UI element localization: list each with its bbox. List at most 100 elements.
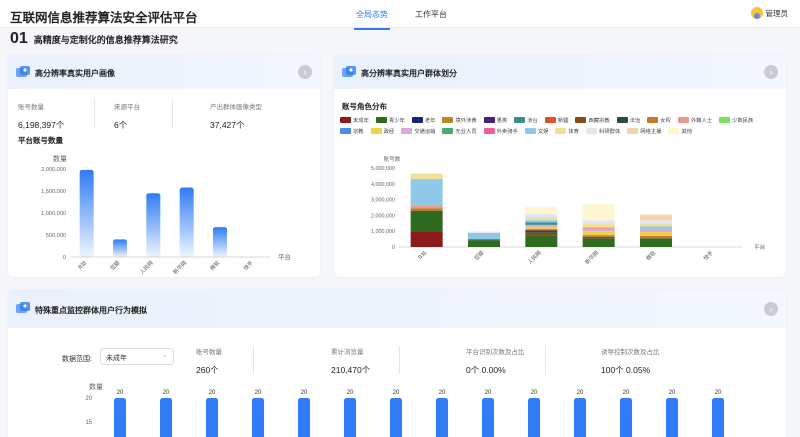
stack-segment	[582, 227, 615, 229]
legend-item[interactable]: 未成年	[340, 116, 369, 124]
data-label: 20	[669, 390, 676, 396]
stack-segment	[468, 240, 500, 247]
legend-item[interactable]: 科研群体	[586, 127, 620, 135]
legend-item[interactable]: 外籍人士	[677, 116, 713, 124]
legend-label: 法治	[629, 118, 641, 124]
stat-portrait-types: 产出群体画像类型 37,427个	[210, 104, 262, 130]
legend-item[interactable]: 愚类	[483, 116, 508, 124]
behavior-icon	[16, 302, 30, 313]
bar	[206, 398, 218, 437]
legend-item[interactable]: 新疆	[544, 116, 568, 124]
data-label: 20	[577, 390, 584, 396]
legend-item[interactable]: 其他	[668, 127, 692, 135]
legend-label: 少数民族	[732, 118, 754, 124]
expand-arrow-button[interactable]: ›	[764, 302, 778, 316]
legend-swatch	[555, 128, 567, 134]
legend-label: 网络主播	[640, 129, 662, 135]
x-tick-label: 快手	[241, 258, 255, 272]
legend-swatch	[544, 117, 556, 123]
legend-item[interactable]: 文娱	[524, 127, 548, 135]
bar	[113, 239, 127, 257]
legend-item[interactable]: 青少年	[375, 116, 405, 124]
legend-item[interactable]: 涉台	[514, 116, 538, 124]
legend-item[interactable]: 老年	[411, 116, 435, 124]
x-tick-label: 微软	[644, 248, 658, 262]
x-tick-label: 人民网	[138, 259, 154, 275]
legend-swatch	[647, 117, 659, 123]
stack-segment	[525, 224, 558, 227]
section-title: 高精度与定制化的信息推荐算法研究	[33, 35, 178, 45]
legend-label: 女权	[660, 118, 671, 124]
legend-swatch	[370, 128, 382, 134]
legend-item[interactable]: 宗教	[340, 127, 364, 135]
y-tick-label: 0	[392, 245, 395, 251]
x-axis-label: 平台	[754, 243, 766, 251]
legend-label: 青少年	[388, 118, 405, 124]
legend-item[interactable]: 境外涉黄	[442, 116, 477, 124]
user-menu[interactable]: 管理员	[750, 7, 789, 19]
divider	[253, 346, 254, 374]
legend-item[interactable]: 无业人员	[442, 127, 477, 135]
legend-item[interactable]: 法治	[616, 116, 641, 124]
stack-segment	[525, 220, 558, 223]
legend-label: 体育	[568, 129, 580, 135]
stack-segment	[525, 222, 558, 225]
legend-item[interactable]: 西藏宗教	[575, 116, 610, 124]
stat-induced-control: 诱导控制次数及占比 100个 0.05%	[601, 349, 660, 375]
behavior-count-chart: 数量 20 15 20 20 20 20 20 20 20 20 20 20 20 20 20 20	[85, 382, 724, 437]
stack-segment	[468, 231, 500, 233]
legend-item[interactable]: 政经	[370, 127, 394, 135]
stat-source-platform: 来源平台 6个	[114, 104, 140, 130]
bar	[666, 398, 678, 437]
legend-label: 愚类	[496, 118, 508, 124]
legend-item[interactable]: 交通运输	[401, 127, 435, 135]
expand-arrow-button[interactable]: ›	[298, 65, 312, 79]
x-tick-label: 豆瓣	[472, 248, 486, 262]
stack-segment	[525, 232, 558, 236]
expand-arrow-button[interactable]: ›	[764, 65, 778, 79]
stat-account-count: 账号数量 6,198,397个	[18, 104, 65, 130]
card-title: 特殊重点监控群体用户行为模拟	[35, 306, 147, 315]
stack-segment	[582, 231, 615, 236]
x-axis-label: 平台	[278, 252, 291, 261]
stack-segment	[640, 238, 672, 247]
legend-item[interactable]: 体育	[555, 127, 579, 135]
y-tick-label: 0	[63, 255, 66, 261]
stack-segment	[640, 229, 672, 232]
bar	[160, 398, 172, 437]
legend-label: 外卖骑手	[496, 129, 518, 135]
bar	[528, 398, 540, 437]
tab-workspace[interactable]: 工作平台	[415, 9, 447, 20]
legend-label: 未成年	[353, 118, 369, 124]
legend-item[interactable]: 女权	[647, 116, 671, 124]
legend-item[interactable]: 少数民族	[719, 116, 753, 124]
legend-label: 交通运输	[414, 129, 436, 135]
legend-label: 西藏宗教	[588, 118, 610, 124]
tab-global-overview[interactable]: 全局态势	[354, 9, 390, 30]
stat-account-count: 账号数量 260个	[196, 349, 222, 375]
stack-segment	[525, 226, 558, 230]
data-label: 20	[439, 390, 446, 396]
x-tick-label: 微软	[208, 258, 222, 272]
legend-label: 境外涉黄	[455, 118, 477, 124]
legend-item[interactable]: 外卖骑手	[483, 127, 518, 135]
stack-segment	[582, 204, 615, 221]
x-tick-label: 新华网	[171, 259, 188, 275]
stack-segment	[582, 236, 615, 239]
bar	[114, 398, 126, 437]
legend-swatch	[677, 117, 689, 123]
stack-segment	[582, 223, 615, 228]
legend-swatch	[340, 117, 351, 123]
stack-segment	[640, 214, 672, 221]
group-icon	[342, 66, 356, 77]
bar	[620, 398, 632, 437]
section-number: 01	[10, 30, 28, 47]
legend-label: 外籍人士	[690, 118, 713, 124]
legend-item[interactable]: 网络主播	[627, 127, 661, 135]
divider	[94, 99, 95, 127]
user-name: 管理员	[765, 8, 789, 18]
bar	[79, 169, 94, 257]
stack-segment	[582, 235, 615, 237]
data-range-select[interactable]: 未成年 ⌄	[100, 348, 174, 365]
role-distribution-chart: 账号数 0 1,000,000 2,000,000 3,000,000 4,000,000…	[371, 155, 766, 266]
